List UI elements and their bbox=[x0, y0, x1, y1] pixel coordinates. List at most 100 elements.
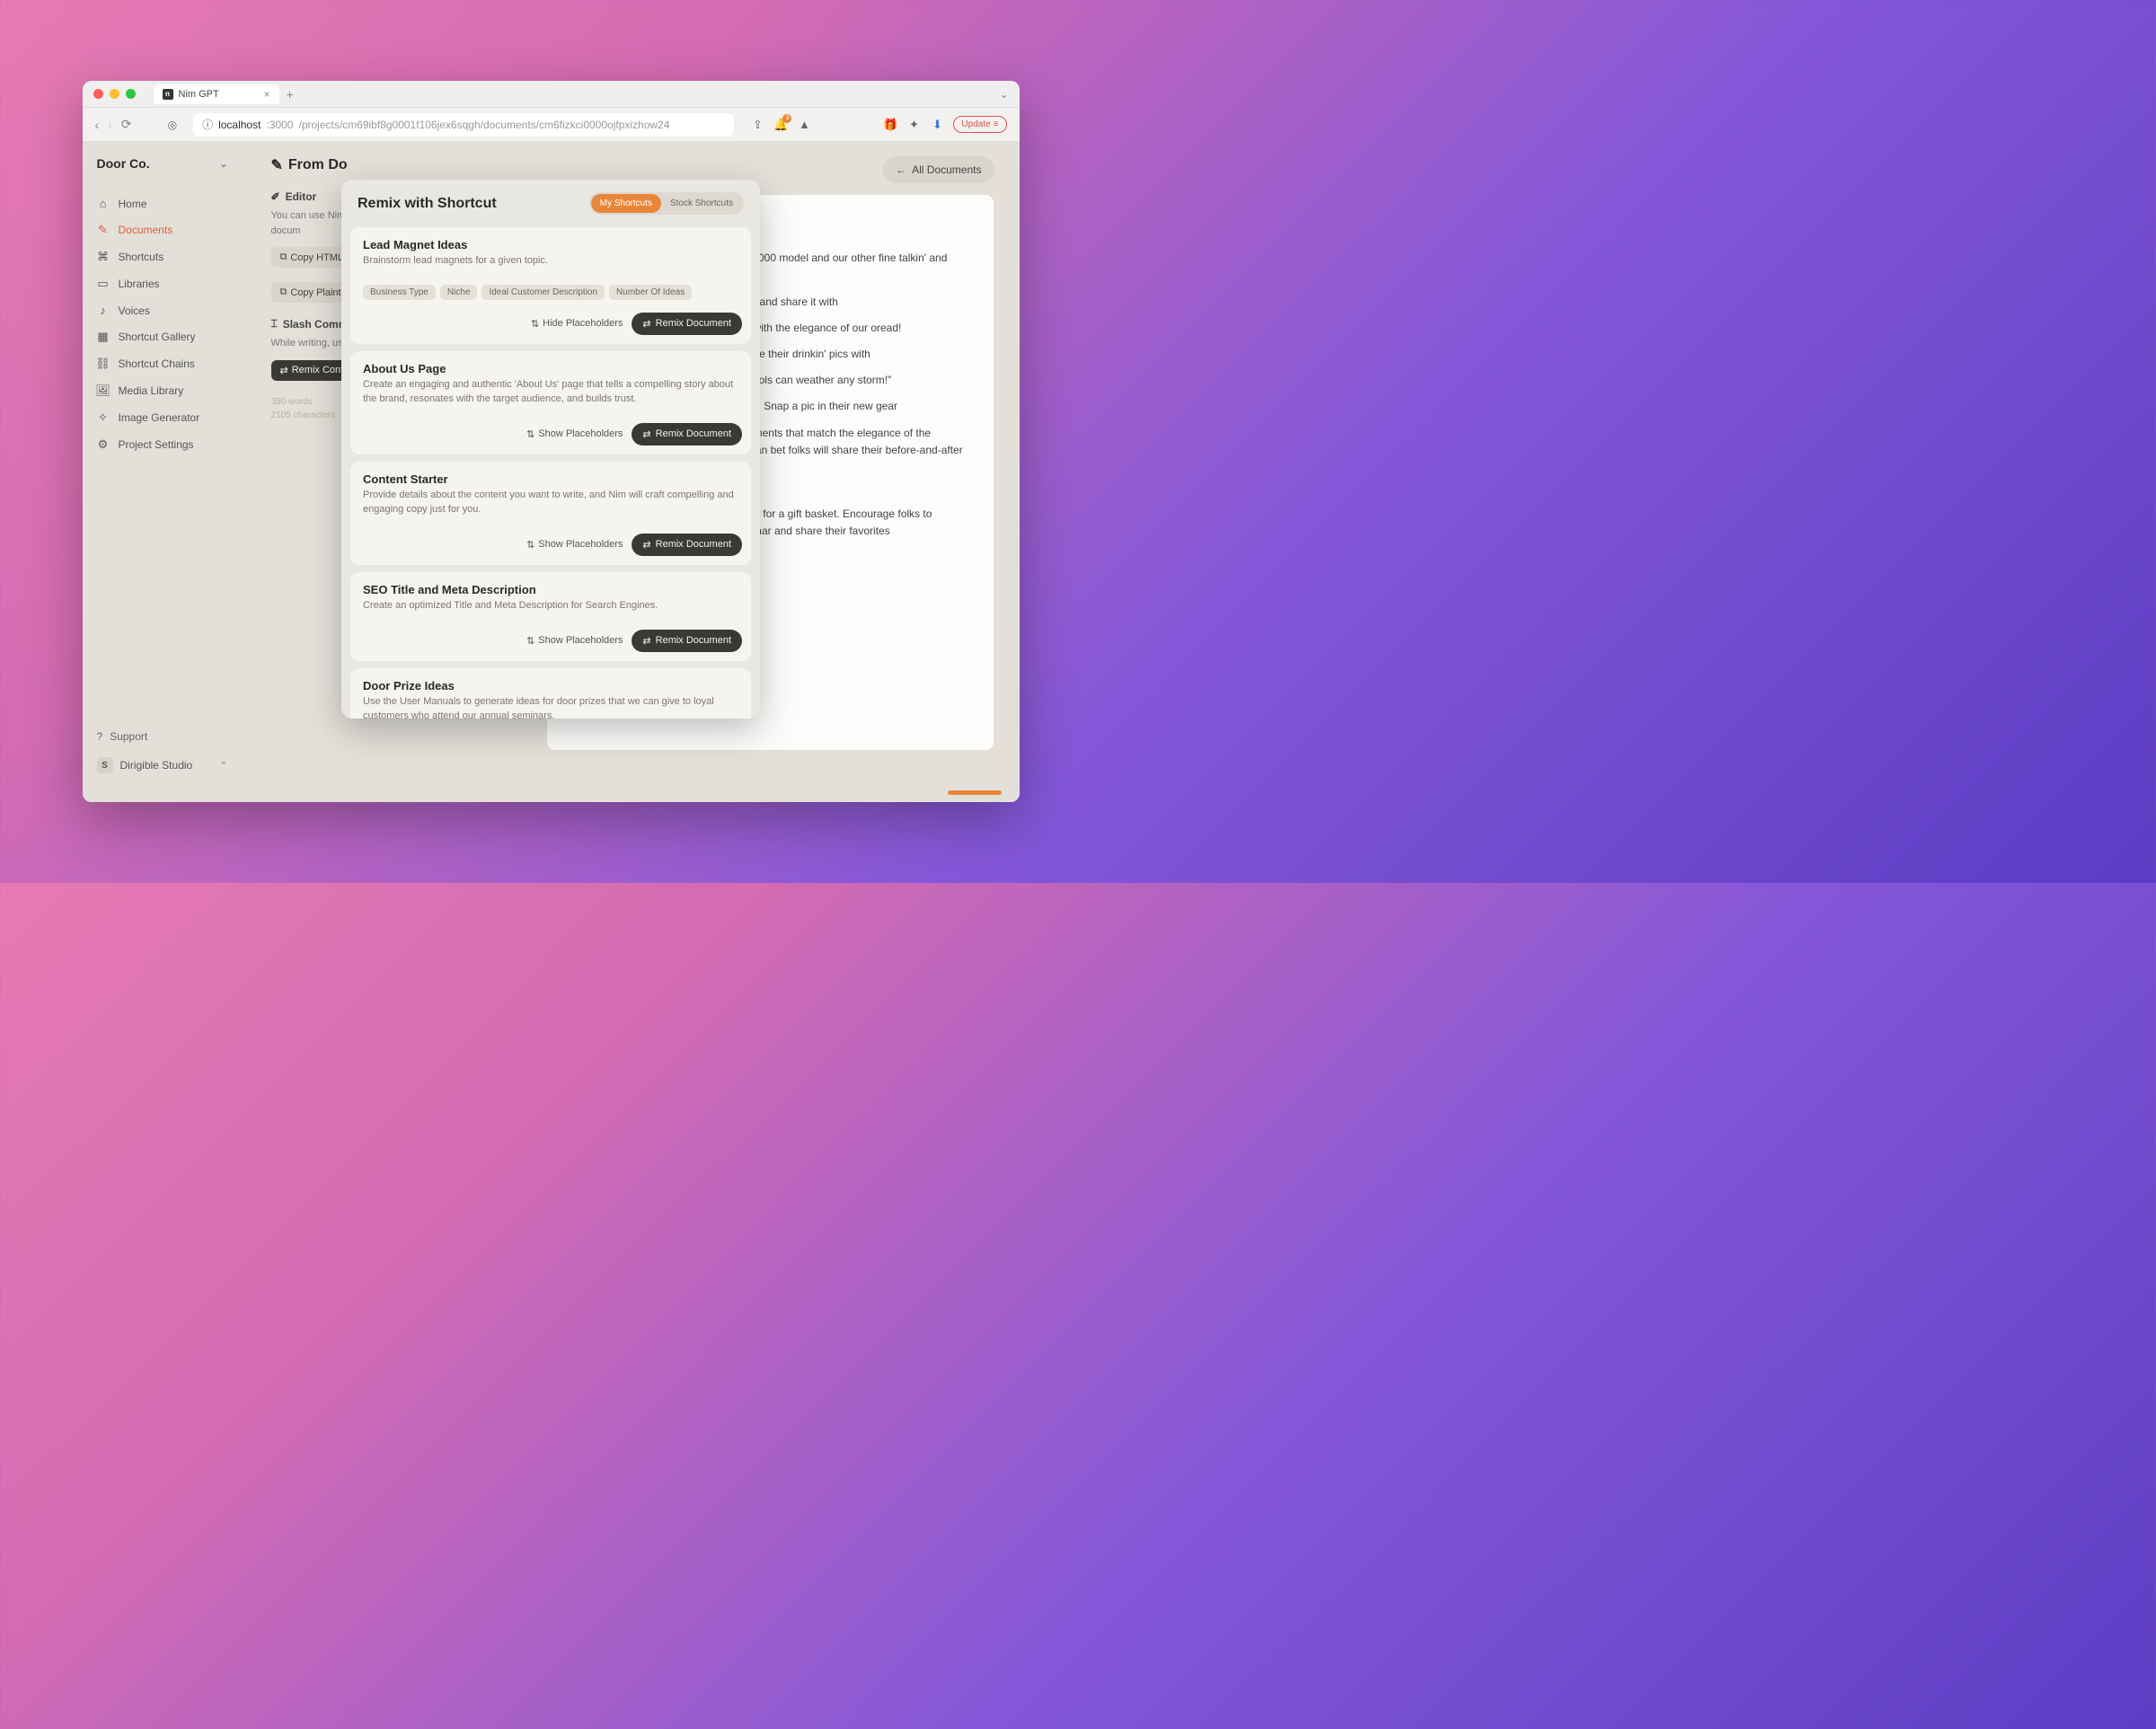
url-path: /projects/cm69ibf8g0001f106jex6sqgh/docu… bbox=[298, 119, 669, 131]
remix-document-button[interactable]: ⇄Remix Document bbox=[632, 423, 742, 445]
close-window-button[interactable] bbox=[93, 89, 103, 99]
shuffle-icon: ⇄ bbox=[280, 365, 288, 376]
tab-stock-shortcuts[interactable]: Stock Shortcuts bbox=[661, 194, 742, 213]
card-desc: Use the User Manuals to generate ideas f… bbox=[363, 695, 738, 719]
sidebar-item-shortcut-chains[interactable]: ⛓Shortcut Chains bbox=[83, 350, 243, 377]
shuffle-icon: ⇄ bbox=[642, 635, 650, 647]
sidebar-item-voices[interactable]: ♪Voices bbox=[83, 297, 243, 323]
shortcut-card: Door Prize Ideas Use the User Manuals to … bbox=[350, 668, 751, 719]
url-input[interactable]: ⓘ localhost:3000/projects/cm69ibf8g0001f… bbox=[193, 113, 734, 137]
shuffle-icon: ⇄ bbox=[642, 318, 650, 330]
card-desc: Provide details about the content you wa… bbox=[363, 489, 738, 517]
card-title: About Us Page bbox=[363, 362, 738, 375]
shuffle-icon: ⇄ bbox=[642, 539, 650, 551]
workspace-name: Door Co. bbox=[97, 156, 150, 171]
image-gen-icon: ✧ bbox=[97, 410, 110, 425]
sidebar-item-media-library[interactable]: 🖼Media Library bbox=[83, 377, 243, 404]
card-desc: Create an engaging and authentic 'About … bbox=[363, 378, 738, 407]
sidebar-item-documents[interactable]: ✎Documents bbox=[83, 216, 243, 243]
browser-tab[interactable]: n Nim GPT × bbox=[154, 84, 279, 104]
sidebar-item-home[interactable]: ⌂Home bbox=[83, 190, 243, 216]
toggle-icon: ⇅ bbox=[526, 635, 535, 647]
chains-icon: ⛓ bbox=[97, 357, 110, 371]
card-chips: Business Type Niche Ideal Customer Descrip… bbox=[350, 285, 751, 305]
card-title: Lead Magnet Ideas bbox=[363, 238, 738, 251]
brave-icon[interactable]: ▲ bbox=[797, 118, 811, 132]
card-content: SEO Title and Meta DescriptionCreate an … bbox=[350, 572, 751, 622]
edit-icon: ✎ bbox=[271, 156, 283, 174]
card-actions: ⇅Show Placeholders ⇄Remix Document bbox=[350, 416, 751, 454]
back-arrow-icon: ← bbox=[896, 163, 906, 176]
sidebar-item-image-generator[interactable]: ✧Image Generator bbox=[83, 404, 243, 431]
support-link[interactable]: ?Support bbox=[97, 723, 228, 750]
sidebar-item-shortcuts[interactable]: ⌘Shortcuts bbox=[83, 243, 243, 270]
card-content: Content StarterProvide details about the… bbox=[350, 462, 751, 526]
studio-avatar: S bbox=[97, 757, 113, 773]
toggle-placeholders-button[interactable]: ⇅Show Placeholders bbox=[526, 635, 623, 647]
slash-icon: ⌶ bbox=[271, 317, 278, 331]
scroll-indicator bbox=[948, 790, 1002, 795]
toolbar-icons: ⇪ 🔔3 ▲ 🎁 ✦ ⬇ Update ≡ bbox=[750, 116, 1006, 133]
shuffle-icon: ⇄ bbox=[642, 428, 650, 440]
card-actions: ⇅Hide Placeholders ⇄Remix Document bbox=[350, 305, 751, 344]
toggle-icon: ⇅ bbox=[526, 539, 535, 551]
chip: Number Of Ideas bbox=[609, 285, 692, 300]
share-icon[interactable]: ⇪ bbox=[750, 118, 764, 132]
minimize-window-button[interactable] bbox=[110, 89, 119, 99]
card-content: About Us Page Create an engaging and auth… bbox=[350, 351, 751, 416]
url-port: :3000 bbox=[266, 119, 293, 131]
update-button[interactable]: Update ≡ bbox=[953, 116, 1006, 133]
reload-button[interactable]: ⟳ bbox=[121, 117, 132, 132]
card-title: Door Prize Ideas bbox=[363, 679, 738, 692]
chip: Ideal Customer Description bbox=[482, 285, 605, 300]
card-content: Door Prize Ideas Use the User Manuals to … bbox=[350, 668, 751, 719]
card-actions: ⇅Show Placeholders ⇄Remix Document bbox=[350, 622, 751, 661]
chip: Niche bbox=[440, 285, 478, 300]
toggle-icon: ⇅ bbox=[531, 318, 539, 330]
all-documents-button[interactable]: ← All Documents bbox=[883, 156, 994, 183]
notifications-icon[interactable]: 🔔3 bbox=[773, 118, 788, 132]
back-button[interactable]: ‹ bbox=[95, 118, 100, 132]
bookmark-icon[interactable]: ◎ bbox=[168, 119, 177, 131]
copy-html-button[interactable]: ⧉Copy HTML bbox=[271, 247, 353, 268]
document-title[interactable]: ✎ From Do bbox=[271, 156, 510, 174]
extensions-icon[interactable]: ✦ bbox=[906, 118, 921, 132]
shortcut-card: Content StarterProvide details about the… bbox=[350, 462, 751, 565]
toggle-placeholders-button[interactable]: ⇅Show Placeholders bbox=[526, 539, 623, 551]
notification-badge: 3 bbox=[782, 114, 791, 123]
tab-my-shortcuts[interactable]: My Shortcuts bbox=[591, 194, 661, 213]
urlbar: ‹ › ⟳ ◎ ⓘ localhost:3000/projects/cm69ib… bbox=[83, 108, 1020, 142]
nav-list: ⌂Home ✎Documents ⌘Shortcuts ▭Libraries ♪… bbox=[83, 190, 243, 458]
media-icon: 🖼 bbox=[97, 384, 110, 398]
downloads-icon[interactable]: ⬇ bbox=[930, 118, 944, 132]
close-tab-icon[interactable]: × bbox=[263, 88, 270, 101]
sidebar-item-project-settings[interactable]: ⚙Project Settings bbox=[83, 431, 243, 458]
sidebar-item-libraries[interactable]: ▭Libraries bbox=[83, 270, 243, 297]
toggle-placeholders-button[interactable]: ⇅Show Placeholders bbox=[526, 428, 623, 440]
new-tab-button[interactable]: + bbox=[287, 87, 294, 101]
remix-document-button[interactable]: ⇄Remix Document bbox=[632, 313, 742, 335]
forward-button[interactable]: › bbox=[108, 118, 112, 132]
sidebar-item-shortcut-gallery[interactable]: ▦Shortcut Gallery bbox=[83, 323, 243, 350]
tab-favicon: n bbox=[163, 89, 173, 100]
studio-selector[interactable]: S Dirigible Studio ⌃ bbox=[97, 750, 228, 781]
copy-icon: ⧉ bbox=[280, 251, 287, 263]
copy-icon: ⧉ bbox=[280, 287, 287, 298]
toggle-placeholders-button[interactable]: ⇅Hide Placeholders bbox=[531, 318, 623, 330]
remix-document-button[interactable]: ⇄Remix Document bbox=[632, 630, 742, 652]
help-icon: ? bbox=[97, 730, 103, 743]
chevron-down-icon: ⌄ bbox=[219, 158, 227, 170]
maximize-window-button[interactable] bbox=[126, 89, 136, 99]
workspace-selector[interactable]: Door Co. ⌄ bbox=[83, 156, 243, 183]
remix-document-button[interactable]: ⇄Remix Document bbox=[632, 534, 742, 556]
chevron-up-icon: ⌃ bbox=[219, 760, 227, 772]
modal-header: Remix with Shortcut My Shortcuts Stock S… bbox=[341, 180, 760, 227]
chip: Business Type bbox=[363, 285, 436, 300]
site-info-icon[interactable]: ⓘ bbox=[202, 117, 213, 132]
tab-title: Nim GPT bbox=[179, 89, 219, 100]
home-icon: ⌂ bbox=[97, 197, 110, 210]
modal-body[interactable]: Lead Magnet IdeasBrainstorm lead magnets… bbox=[341, 227, 760, 719]
tabs-chevron-icon[interactable]: ⌄ bbox=[999, 88, 1008, 101]
gift-icon[interactable]: 🎁 bbox=[883, 118, 897, 132]
card-desc: Create an optimized Title and Meta Descr… bbox=[363, 599, 738, 613]
